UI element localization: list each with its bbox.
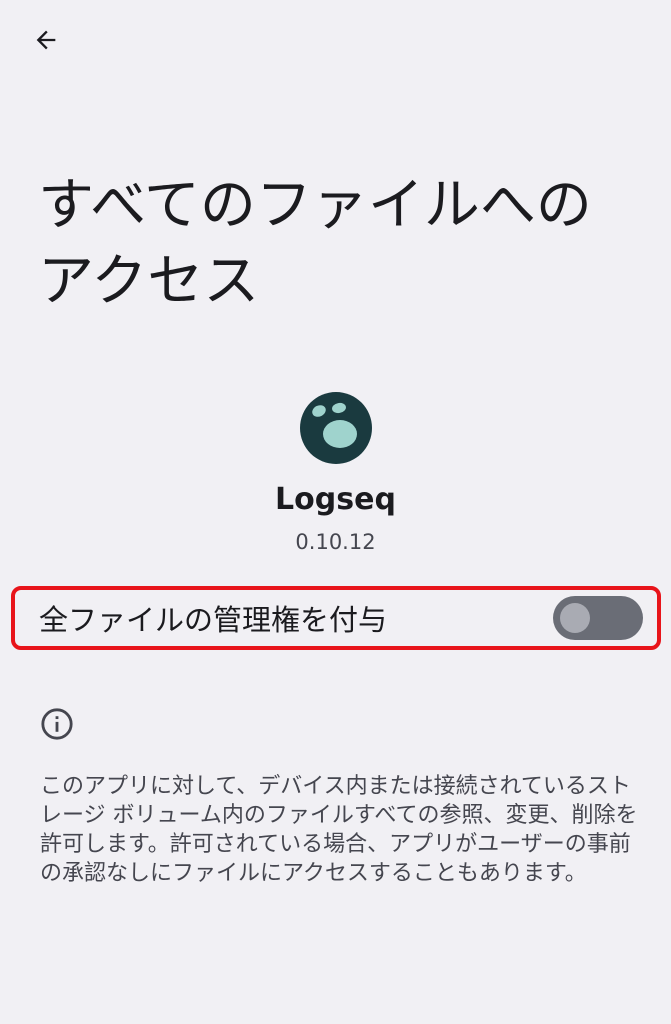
- logseq-app-icon: [300, 392, 372, 464]
- app-version: 0.10.12: [295, 530, 376, 554]
- toggle-label: 全ファイルの管理権を付与: [39, 603, 388, 637]
- back-button[interactable]: [18, 18, 74, 62]
- app-name: Logseq: [275, 482, 396, 517]
- permission-description: このアプリに対して、デバイス内または接続されているストレージ ボリューム内のファ…: [40, 774, 638, 886]
- page-title-line1: すべてのファイルへの: [38, 173, 592, 238]
- page-title: すべてのファイルへの アクセス: [38, 168, 638, 320]
- all-files-access-switch[interactable]: [553, 596, 643, 640]
- all-files-access-toggle-row[interactable]: 全ファイルの管理権を付与: [15, 590, 657, 646]
- switch-thumb: [560, 603, 590, 633]
- arrow-left-icon: [36, 30, 56, 50]
- info-icon: [41, 708, 73, 740]
- page-title-line2: アクセス: [38, 249, 260, 314]
- permission-screen: すべてのファイルへの アクセス Logseq 0.10.12 全ファイルの管理権…: [0, 0, 671, 1024]
